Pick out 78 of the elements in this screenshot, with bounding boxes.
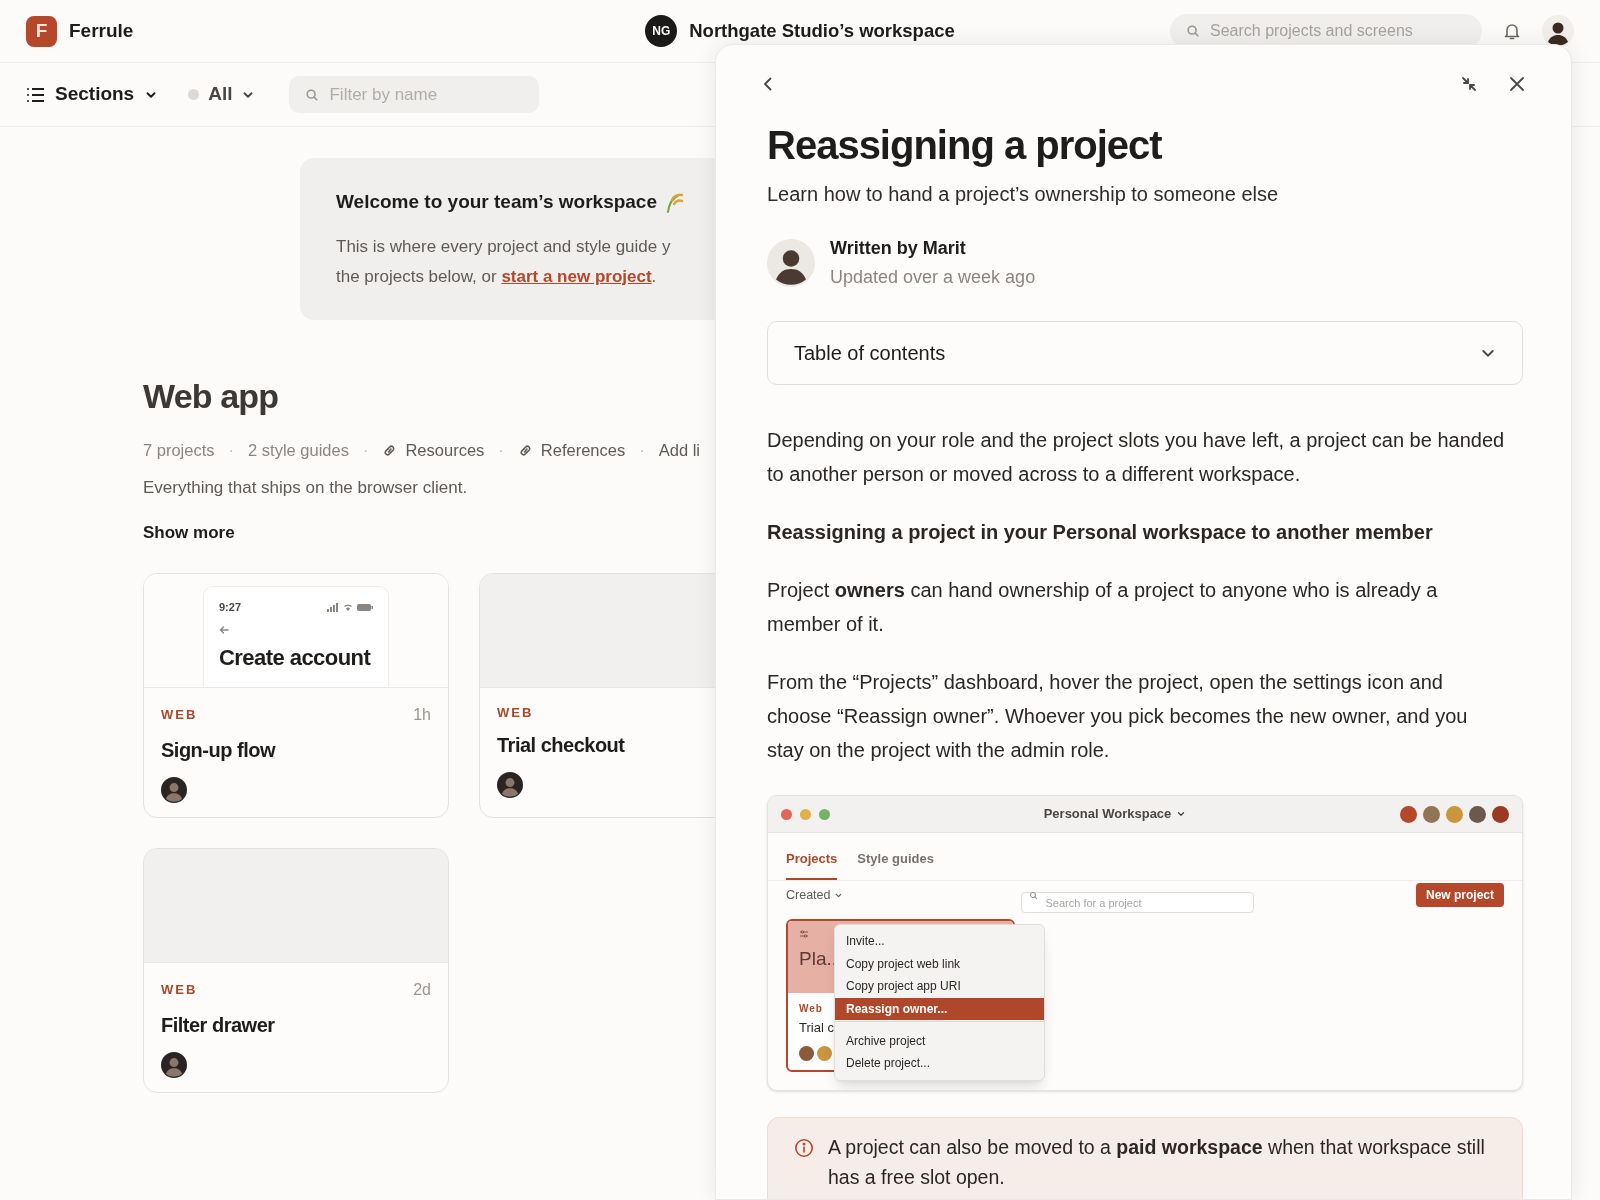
updated-time: 1h (413, 704, 431, 725)
project-title: Filter drawer (161, 1012, 276, 1038)
filter-field[interactable]: Filter by name (289, 76, 540, 113)
filter-dropdown[interactable]: All (188, 80, 256, 109)
article-paragraph: From the “Projects” dashboard, hover the project, open the settings icon and choose “Reassign owner”. Whoever you pick becomes the new owner, and you stay on the project with the admin role. (767, 670, 1469, 763)
close-icon[interactable] (1508, 75, 1526, 93)
resource-link[interactable]: Resources (405, 438, 485, 463)
info-icon (794, 1138, 814, 1158)
section-description: Everything that ships on the browser client. (143, 476, 469, 499)
project-card[interactable]: WEB Trial checkout (479, 572, 715, 818)
updated-time: 2d (413, 979, 431, 1000)
chevron-icon (1176, 809, 1187, 819)
tab[interactable]: Projects (786, 848, 838, 880)
new-project-button[interactable]: New project (1416, 883, 1504, 907)
separator-dot: · (228, 440, 235, 461)
project-card[interactable]: WEB 2d Filter drawer (143, 847, 449, 1093)
link-icon (382, 442, 398, 458)
search-icon (1186, 24, 1200, 38)
platform-tag: WEB (161, 980, 198, 1000)
platform-tag: WEB (161, 705, 198, 725)
logo[interactable]: F (26, 15, 57, 47)
meta-count: 2 style guides (248, 440, 349, 461)
sliders-icon (799, 929, 809, 939)
menu-item[interactable]: Reassign owner... (835, 997, 1044, 1020)
platform-tag: WEB (497, 702, 534, 723)
owner-avatar (161, 1051, 187, 1078)
search-icon (1029, 890, 1039, 900)
phone-time: 9:27 (219, 599, 242, 615)
brand-name: Ferrule (69, 18, 134, 43)
project-title: Trial checkout (497, 733, 626, 759)
menu-item[interactable]: Invite... (835, 930, 1044, 953)
table-of-contents[interactable]: Table of contents (767, 321, 1523, 385)
author-avatar (767, 239, 815, 287)
callout-text: A project can also be moved to a paid workspace when that workspace still has a free slot open. (828, 1135, 1486, 1190)
project-search-field[interactable]: Search for a project (1021, 892, 1255, 913)
search-icon (305, 87, 320, 102)
article-subtitle: Learn how to hand a project’s ownership to someone else (767, 182, 1280, 207)
collapse-icon[interactable] (1460, 75, 1478, 93)
section-title: Web app (143, 376, 280, 416)
phone-heading: Create account (219, 644, 372, 673)
owner-avatar (161, 776, 187, 803)
owner-avatar (497, 772, 523, 799)
article-title: Reassigning a project (767, 122, 1163, 169)
separator-dot: · (639, 440, 645, 461)
menu-item[interactable]: Copy project web link (835, 952, 1044, 975)
resource-link[interactable]: References (540, 438, 626, 463)
status-icons-drawing (327, 602, 373, 612)
separator-dot: · (498, 440, 504, 461)
workspace-title: Northgate Studio’s workspace (689, 19, 955, 44)
article-paragraph: Project owners can hand ownership of a project to anyone who is already a member of it. (767, 578, 1439, 637)
updated-text: Updated over a week ago (830, 266, 1036, 289)
workspace-title[interactable]: Personal Workspace (1043, 804, 1172, 824)
project-thumbnail-title: Pla.. (799, 947, 838, 971)
article-paragraph: Depending on your role and the project slots you have left, a project can be handed to another person or moved across to a different workspace. (767, 428, 1506, 487)
menu-item[interactable]: Delete project... (835, 1052, 1044, 1075)
link-icon (517, 442, 533, 458)
sort-dropdown[interactable]: Created (786, 885, 844, 905)
list-icon (26, 86, 45, 103)
add-link-button[interactable]: Add li (658, 438, 700, 463)
sections-button[interactable]: Sections (26, 80, 159, 109)
menu-item[interactable]: Copy project app URI (835, 975, 1044, 998)
show-more-button[interactable]: Show more (143, 520, 235, 546)
workspace-avatar: NG (645, 15, 678, 47)
separator-dot: · (362, 440, 369, 461)
project-card[interactable]: 9:27 Create account WEB 1h Sign-up flow (143, 572, 449, 818)
project-title: Trial c (799, 1019, 834, 1037)
welcome-title: Welcome to your team’s workspace (336, 190, 657, 214)
author-byline: Written by Marit (830, 237, 967, 260)
platform-tag: Web (799, 1001, 823, 1016)
back-arrow-icon (219, 625, 229, 636)
meta-count: 7 projects (143, 440, 215, 461)
welcome-text: This is where every project and style guide y the projects below, or start a new project. (336, 235, 672, 288)
tab[interactable]: Style guides (857, 848, 934, 880)
bell-icon[interactable] (1502, 21, 1522, 41)
new-project-link[interactable]: start a new project (501, 266, 652, 286)
article-heading: Reassigning a project in your Personal workspace to another member (767, 520, 1434, 545)
project-title: Sign-up flow (161, 737, 277, 763)
menu-item[interactable]: Archive project (835, 1021, 1044, 1052)
